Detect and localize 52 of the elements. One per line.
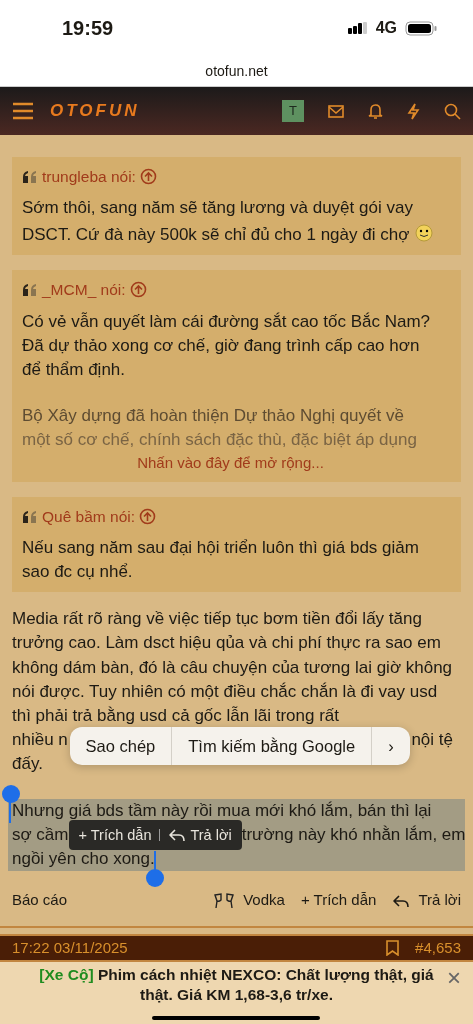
search-icon[interactable] <box>444 102 461 120</box>
arrow-up-circle-icon[interactable] <box>139 508 157 526</box>
selected-text: ngồi yên cho xong. <box>12 848 155 871</box>
mail-icon[interactable] <box>328 104 344 118</box>
signal-icon <box>347 22 368 34</box>
selected-text: trường này khó nhằn lắm, em <box>241 823 466 846</box>
quote-text: Sớm thôi, sang năm sẽ tăng lương và duyệt gói vay DSCT. Cứ đà này 500k sẽ chỉ đủ cho 1 ngày đi chợ <box>22 198 413 245</box>
reply-icon <box>168 826 187 844</box>
post-text: nội tệ <box>411 729 453 752</box>
avatar[interactable]: T <box>282 100 304 122</box>
bell-icon[interactable] <box>368 103 383 119</box>
clock-time: 19:59 <box>62 16 114 41</box>
quote-button[interactable]: + Trích dẫn <box>78 822 152 848</box>
selection-handle[interactable] <box>2 784 20 803</box>
report-link[interactable]: Báo cáo <box>12 889 68 912</box>
selected-text: Nhưng giá bds tầm này rồi mua mới khó lắm, bán thì lại <box>12 799 432 822</box>
menu-item[interactable]: › <box>372 727 410 766</box>
menu-icon[interactable] <box>12 102 34 120</box>
reply-link[interactable]: Trả lời <box>392 889 461 912</box>
selection-handle[interactable] <box>146 868 164 887</box>
quote-text: một số cơ chế, chính sách đặc thù, đặc biệt áp dụng <box>22 428 418 451</box>
bookmark-icon[interactable] <box>386 939 400 956</box>
quote-mark-icon <box>22 282 38 297</box>
site-logo: OTOFUN <box>50 100 140 123</box>
glasses-icon <box>213 891 236 910</box>
lightning-icon[interactable] <box>407 102 420 120</box>
post-text: đấy. <box>11 753 44 776</box>
quote-mark-icon <box>22 509 38 524</box>
post-time: 17:22 03/11/2025 <box>12 937 128 958</box>
menu-item[interactable]: Tìm kiếm bằng Google <box>172 727 373 766</box>
button-label: Trả lời <box>190 825 232 845</box>
url-text: otofun.net <box>205 61 268 81</box>
quote-mark-icon <box>22 169 38 184</box>
close-button[interactable]: × <box>447 965 461 990</box>
menu-item[interactable]: Sao chép <box>69 727 173 766</box>
selected-text: sợ cầm <box>12 823 69 846</box>
ad-text[interactable]: [Xe Cộ] Phim cách nhiệt NEXCO: Chất lượng thật, giá thật. Giá KM 1,68-3,6 tr/xe. <box>30 964 443 1006</box>
quote-text: Nếu sang năm sau đại hội triển luôn thì giá bds giảm sao đc cụ nhể. <box>22 537 420 584</box>
quote-link[interactable]: + Trích dẫn <box>300 889 377 912</box>
network-type: 4G <box>375 18 397 38</box>
reply-icon <box>392 892 411 910</box>
quote-text: Bộ Xây dựng đã hoàn thiện Dự thảo Nghị quyết về <box>22 404 405 427</box>
arrow-up-circle-icon[interactable] <box>139 168 157 186</box>
link-label: Vodka <box>243 890 285 911</box>
battery-icon <box>405 20 437 36</box>
vodka-link[interactable]: Vodka <box>213 889 285 912</box>
quote-text: Có vẻ vẫn quyết làm cái đường sắt cao tốc Bắc Nam? Đã dự thảo xong cơ chế, giờ đang trình cấp cao hơn để thẩm định. <box>22 310 432 381</box>
post-text: nhiều n <box>12 729 68 752</box>
link-label: Trả lời <box>418 890 461 911</box>
reply-button[interactable]: Trả lời <box>168 822 232 848</box>
post-number[interactable]: #4,653 <box>415 936 461 960</box>
arrow-up-circle-icon[interactable] <box>129 281 147 299</box>
